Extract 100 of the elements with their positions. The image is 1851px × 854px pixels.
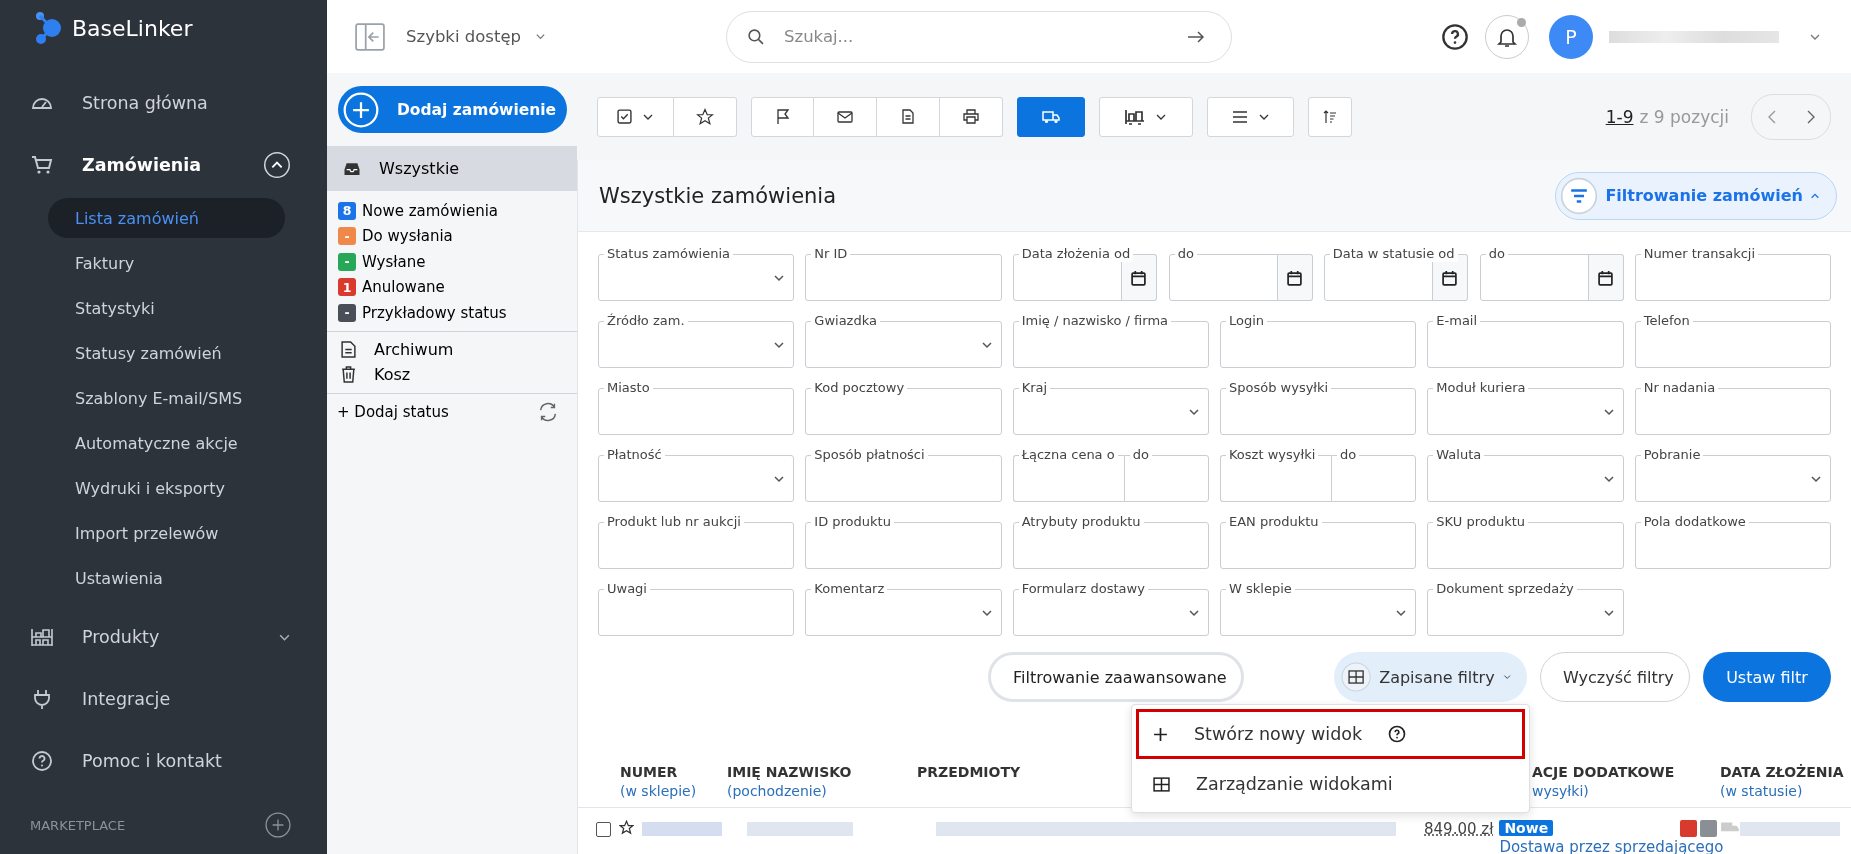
nav-item[interactable]: Produkty: [30, 606, 327, 668]
select-field[interactable]: W sklepie: [1220, 580, 1417, 636]
nav-subitem[interactable]: Szablony E-mail/SMS: [48, 376, 285, 421]
calendar-button[interactable]: [1587, 254, 1624, 301]
pallet-dropdown[interactable]: [1099, 96, 1193, 137]
input-field[interactable]: Pola dodatkowe: [1634, 513, 1831, 569]
input-field[interactable]: Numer transakcji: [1634, 245, 1831, 301]
add-order-button[interactable]: Dodaj zamówienie: [338, 86, 567, 133]
status-item[interactable]: - Do wysłania: [338, 223, 577, 249]
select-field[interactable]: Moduł kuriera: [1427, 379, 1624, 435]
status-item[interactable]: - Wysłane: [338, 249, 577, 275]
input-field[interactable]: EAN produktu: [1220, 513, 1417, 569]
input-field[interactable]: Nr ID: [805, 245, 1002, 301]
filter-toggle-button[interactable]: Filtrowanie zamówień: [1555, 171, 1837, 220]
input-field[interactable]: Nr nadania: [1634, 379, 1831, 435]
nav-item[interactable]: Pomoc i kontakt: [30, 730, 327, 792]
select-dropdown[interactable]: [597, 96, 674, 137]
column-header[interactable]: IMIĘ NAZWISKO: [727, 763, 917, 782]
input-field[interactable]: Sposób płatności: [805, 446, 1002, 502]
select-field[interactable]: Kraj: [1012, 379, 1209, 435]
nav-item[interactable]: Zamówienia: [30, 134, 327, 196]
input-field[interactable]: Atrybuty produktu: [1012, 513, 1209, 569]
refresh-icon[interactable]: [537, 400, 559, 423]
column-header[interactable]: DATA ZŁOŻENIA: [1720, 763, 1844, 782]
document-button[interactable]: [877, 96, 940, 137]
input-field[interactable]: Kod pocztowy: [805, 379, 1002, 435]
date-field[interactable]: do: [1479, 245, 1624, 301]
nav-subitem[interactable]: Lista zamówień: [48, 198, 285, 238]
search-input[interactable]: Szukaj...: [782, 26, 1170, 47]
range-from-field[interactable]: Łączna cena o: [1012, 446, 1124, 502]
notifications-button[interactable]: [1485, 14, 1529, 59]
select-field[interactable]: Płatność: [598, 446, 795, 502]
input-field[interactable]: Imię / nazwisko / firma: [1012, 312, 1209, 368]
status-item[interactable]: 8 Nowe zamówienia: [338, 198, 577, 224]
nav-subitem[interactable]: Wydruki i eksporty: [48, 466, 285, 511]
input-field[interactable]: Miasto: [598, 379, 795, 435]
date-field[interactable]: Data złożenia od: [1012, 245, 1157, 301]
status-item[interactable]: Wszystkie: [327, 146, 577, 191]
trash-item[interactable]: Kosz: [341, 362, 577, 388]
range-to-field[interactable]: do: [1330, 446, 1417, 502]
input-field[interactable]: SKU produktu: [1427, 513, 1624, 569]
menu-dropdown[interactable]: [1207, 96, 1294, 137]
clear-filters-button[interactable]: Wyczyść filtry: [1540, 652, 1690, 702]
arrow-right-icon[interactable]: [1187, 29, 1206, 44]
archive-item[interactable]: Archiwum: [341, 336, 577, 362]
collapse-icon[interactable]: [263, 151, 291, 179]
chevron-left-icon[interactable]: [1766, 109, 1777, 124]
input-field[interactable]: Login: [1220, 312, 1417, 368]
star-icon[interactable]: [619, 820, 634, 835]
help-icon[interactable]: [1441, 22, 1469, 51]
date-field[interactable]: Data w statusie od: [1323, 245, 1468, 301]
menu-item[interactable]: Zarządzanie widokami: [1136, 759, 1525, 809]
select-field[interactable]: Pobranie: [1634, 446, 1831, 502]
apply-filter-button[interactable]: Ustaw filtr: [1703, 652, 1831, 702]
sort-button[interactable]: [1308, 96, 1352, 137]
nav-subitem[interactable]: Faktury: [48, 241, 285, 286]
menu-item[interactable]: Stwórz nowy widok: [1136, 709, 1525, 759]
select-field[interactable]: Waluta: [1427, 446, 1624, 502]
select-field[interactable]: Komentarz: [805, 580, 1002, 636]
input-field[interactable]: Telefon: [1634, 312, 1831, 368]
help-icon[interactable]: [1388, 725, 1407, 743]
input-field[interactable]: Uwagi: [598, 580, 795, 636]
plus-icon[interactable]: [265, 812, 291, 838]
input-field[interactable]: Sposób wysyłki: [1220, 379, 1417, 435]
column-header[interactable]: ACJE DODATKOWE: [1532, 763, 1720, 782]
row-checkbox[interactable]: [596, 822, 611, 837]
select-field[interactable]: Status zamówienia: [598, 245, 795, 301]
select-field[interactable]: Źródło zam.: [598, 312, 795, 368]
select-field[interactable]: Formularz dostawy: [1012, 580, 1209, 636]
input-field[interactable]: E-mail: [1427, 312, 1624, 368]
select-field[interactable]: Dokument sprzedaży: [1427, 580, 1624, 636]
calendar-button[interactable]: [1276, 254, 1313, 301]
quick-access-dropdown[interactable]: Szybki dostęp: [400, 27, 553, 46]
saved-filters-button[interactable]: Zapisane filtry: [1334, 652, 1527, 702]
range-to-field[interactable]: do: [1123, 446, 1209, 502]
advanced-filter-button[interactable]: Filtrowanie zaawansowane: [988, 652, 1244, 702]
range-from-field[interactable]: Koszt wysyłki: [1220, 446, 1331, 502]
nav-subitem[interactable]: Ustawienia: [48, 556, 285, 601]
nav-subitem[interactable]: Statystyki: [48, 286, 285, 331]
column-header[interactable]: NUMER: [620, 763, 727, 782]
nav-subitem[interactable]: Automatyczne akcje: [48, 421, 285, 466]
nav-subitem[interactable]: Import przelewów: [48, 511, 285, 556]
print-button[interactable]: [940, 96, 1003, 137]
shipping-button[interactable]: [1017, 96, 1085, 137]
nav-subitem[interactable]: Statusy zamówień: [48, 331, 285, 376]
flag-button[interactable]: [751, 96, 814, 137]
pagination-range[interactable]: 1-9: [1605, 106, 1634, 127]
star-button[interactable]: [674, 96, 737, 137]
nav-item[interactable]: Integracje: [30, 668, 327, 730]
input-field[interactable]: Produkt lub nr aukcji: [598, 513, 795, 569]
nav-item[interactable]: Strona główna: [30, 72, 327, 134]
add-status-link[interactable]: + Dodaj status: [337, 402, 449, 421]
chevron-right-icon[interactable]: [1805, 109, 1816, 124]
status-item[interactable]: 1 Anulowane: [338, 274, 577, 300]
date-field[interactable]: do: [1168, 245, 1313, 301]
sidebar-toggle-icon[interactable]: [354, 21, 386, 52]
status-item[interactable]: - Przykładowy status: [338, 300, 577, 326]
select-field[interactable]: Gwiazdka: [805, 312, 1002, 368]
input-field[interactable]: ID produktu: [805, 513, 1002, 569]
email-button[interactable]: [814, 96, 877, 137]
